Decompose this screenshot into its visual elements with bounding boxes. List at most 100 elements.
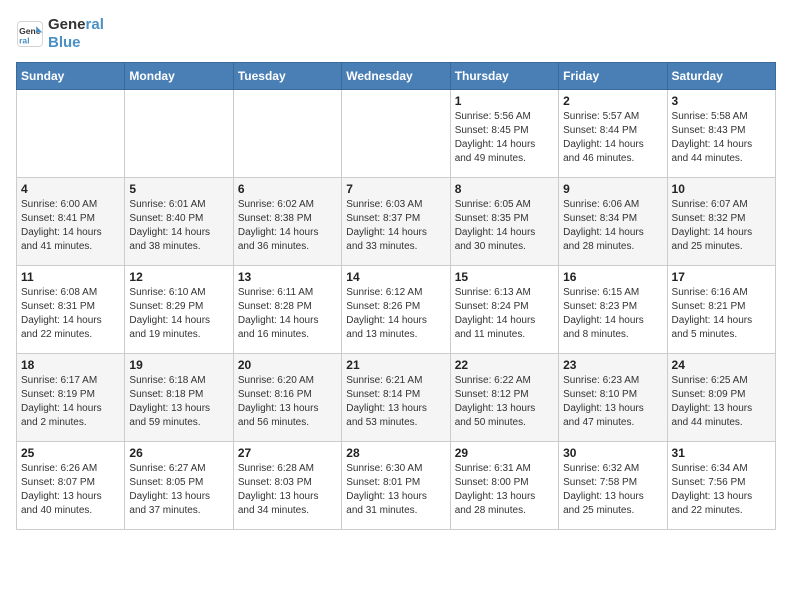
day-cell: 23 Sunrise: 6:23 AM Sunset: 8:10 PM Dayli… xyxy=(559,354,667,442)
day-number: 21 xyxy=(346,358,445,372)
day-info: Sunrise: 5:56 AM Sunset: 8:45 PM Dayligh… xyxy=(455,110,554,166)
day-info: Sunrise: 5:57 AM Sunset: 8:44 PM Dayligh… xyxy=(563,110,662,166)
day-number: 3 xyxy=(672,94,771,108)
column-header-sunday: Sunday xyxy=(17,63,125,90)
column-header-saturday: Saturday xyxy=(667,63,775,90)
week-row-2: 11 Sunrise: 6:08 AM Sunset: 8:31 PM Dayli… xyxy=(17,266,776,354)
day-cell: 12 Sunrise: 6:10 AM Sunset: 8:29 PM Dayli… xyxy=(125,266,233,354)
day-number: 24 xyxy=(672,358,771,372)
day-number: 25 xyxy=(21,446,120,460)
day-number: 23 xyxy=(563,358,662,372)
day-cell: 21 Sunrise: 6:21 AM Sunset: 8:14 PM Dayli… xyxy=(342,354,450,442)
column-header-tuesday: Tuesday xyxy=(233,63,341,90)
day-number: 4 xyxy=(21,182,120,196)
day-info: Sunrise: 6:03 AM Sunset: 8:37 PM Dayligh… xyxy=(346,198,445,254)
day-cell: 14Sunrise: 6:12 AM Sunset: 8:26 PM Dayli… xyxy=(342,266,450,354)
day-info: Sunrise: 6:13 AM Sunset: 8:24 PM Dayligh… xyxy=(455,286,554,342)
day-number: 26 xyxy=(129,446,228,460)
column-header-wednesday: Wednesday xyxy=(342,63,450,90)
day-cell: 3 Sunrise: 5:58 AM Sunset: 8:43 PM Daylig… xyxy=(667,90,775,178)
day-cell: 4Sunrise: 6:00 AM Sunset: 8:41 PM Daylig… xyxy=(17,178,125,266)
day-info: Sunrise: 6:18 AM Sunset: 8:18 PM Dayligh… xyxy=(129,374,228,430)
day-cell: 18 Sunrise: 6:17 AM Sunset: 8:19 PM Dayli… xyxy=(17,354,125,442)
day-cell: 29Sunrise: 6:31 AM Sunset: 8:00 PM Dayli… xyxy=(450,442,558,530)
day-info: Sunrise: 6:17 AM Sunset: 8:19 PM Dayligh… xyxy=(21,374,120,430)
day-cell: 1Sunrise: 5:56 AM Sunset: 8:45 PM Daylig… xyxy=(450,90,558,178)
column-header-thursday: Thursday xyxy=(450,63,558,90)
calendar-table: SundayMondayTuesdayWednesdayThursdayFrid… xyxy=(16,62,776,530)
day-cell: 30 Sunrise: 6:32 AM Sunset: 7:58 PM Dayli… xyxy=(559,442,667,530)
logo-text: General Blue xyxy=(48,16,104,52)
day-number: 27 xyxy=(238,446,337,460)
day-number: 7 xyxy=(346,182,445,196)
day-cell: 5 Sunrise: 6:01 AM Sunset: 8:40 PM Daylig… xyxy=(125,178,233,266)
day-info: Sunrise: 6:30 AM Sunset: 8:01 PM Dayligh… xyxy=(346,462,445,518)
day-info: Sunrise: 6:08 AM Sunset: 8:31 PM Dayligh… xyxy=(21,286,120,342)
day-cell xyxy=(233,90,341,178)
day-cell xyxy=(125,90,233,178)
day-cell: 15Sunrise: 6:13 AM Sunset: 8:24 PM Dayli… xyxy=(450,266,558,354)
day-number: 8 xyxy=(455,182,554,196)
day-info: Sunrise: 6:20 AM Sunset: 8:16 PM Dayligh… xyxy=(238,374,337,430)
day-number: 28 xyxy=(346,446,445,460)
day-info: Sunrise: 6:15 AM Sunset: 8:23 PM Dayligh… xyxy=(563,286,662,342)
day-cell: 17 Sunrise: 6:16 AM Sunset: 8:21 PM Dayli… xyxy=(667,266,775,354)
day-info: Sunrise: 6:10 AM Sunset: 8:29 PM Dayligh… xyxy=(129,286,228,342)
day-cell: 7 Sunrise: 6:03 AM Sunset: 8:37 PM Daylig… xyxy=(342,178,450,266)
day-info: Sunrise: 6:06 AM Sunset: 8:34 PM Dayligh… xyxy=(563,198,662,254)
day-info: Sunrise: 6:16 AM Sunset: 8:21 PM Dayligh… xyxy=(672,286,771,342)
day-info: Sunrise: 6:28 AM Sunset: 8:03 PM Dayligh… xyxy=(238,462,337,518)
day-number: 11 xyxy=(21,270,120,284)
logo: Gene ral General Blue xyxy=(16,16,104,52)
week-row-1: 4Sunrise: 6:00 AM Sunset: 8:41 PM Daylig… xyxy=(17,178,776,266)
day-info: Sunrise: 6:02 AM Sunset: 8:38 PM Dayligh… xyxy=(238,198,337,254)
column-header-friday: Friday xyxy=(559,63,667,90)
day-cell: 19 Sunrise: 6:18 AM Sunset: 8:18 PM Dayli… xyxy=(125,354,233,442)
day-info: Sunrise: 6:32 AM Sunset: 7:58 PM Dayligh… xyxy=(563,462,662,518)
day-number: 2 xyxy=(563,94,662,108)
day-number: 14 xyxy=(346,270,445,284)
day-cell: 22Sunrise: 6:22 AM Sunset: 8:12 PM Dayli… xyxy=(450,354,558,442)
day-number: 29 xyxy=(455,446,554,460)
day-cell xyxy=(17,90,125,178)
day-cell: 26Sunrise: 6:27 AM Sunset: 8:05 PM Dayli… xyxy=(125,442,233,530)
day-number: 20 xyxy=(238,358,337,372)
day-cell xyxy=(342,90,450,178)
day-number: 5 xyxy=(129,182,228,196)
day-number: 31 xyxy=(672,446,771,460)
day-number: 17 xyxy=(672,270,771,284)
day-cell: 27 Sunrise: 6:28 AM Sunset: 8:03 PM Dayli… xyxy=(233,442,341,530)
day-info: Sunrise: 6:25 AM Sunset: 8:09 PM Dayligh… xyxy=(672,374,771,430)
day-cell: 31Sunrise: 6:34 AM Sunset: 7:56 PM Dayli… xyxy=(667,442,775,530)
svg-text:ral: ral xyxy=(19,35,29,45)
week-row-0: 1Sunrise: 5:56 AM Sunset: 8:45 PM Daylig… xyxy=(17,90,776,178)
day-number: 30 xyxy=(563,446,662,460)
day-info: Sunrise: 6:21 AM Sunset: 8:14 PM Dayligh… xyxy=(346,374,445,430)
day-cell: 11 Sunrise: 6:08 AM Sunset: 8:31 PM Dayli… xyxy=(17,266,125,354)
day-info: Sunrise: 6:07 AM Sunset: 8:32 PM Dayligh… xyxy=(672,198,771,254)
day-info: Sunrise: 6:05 AM Sunset: 8:35 PM Dayligh… xyxy=(455,198,554,254)
day-number: 13 xyxy=(238,270,337,284)
day-info: Sunrise: 6:01 AM Sunset: 8:40 PM Dayligh… xyxy=(129,198,228,254)
page-header: Gene ral General Blue xyxy=(16,16,776,52)
day-cell: 28 Sunrise: 6:30 AM Sunset: 8:01 PM Dayli… xyxy=(342,442,450,530)
day-cell: 2 Sunrise: 5:57 AM Sunset: 8:44 PM Daylig… xyxy=(559,90,667,178)
day-cell: 13Sunrise: 6:11 AM Sunset: 8:28 PM Dayli… xyxy=(233,266,341,354)
day-cell: 8 Sunrise: 6:05 AM Sunset: 8:35 PM Daylig… xyxy=(450,178,558,266)
day-cell: 9 Sunrise: 6:06 AM Sunset: 8:34 PM Daylig… xyxy=(559,178,667,266)
day-cell: 24 Sunrise: 6:25 AM Sunset: 8:09 PM Dayli… xyxy=(667,354,775,442)
day-number: 10 xyxy=(672,182,771,196)
day-cell: 25Sunrise: 6:26 AM Sunset: 8:07 PM Dayli… xyxy=(17,442,125,530)
day-number: 9 xyxy=(563,182,662,196)
day-cell: 20 Sunrise: 6:20 AM Sunset: 8:16 PM Dayli… xyxy=(233,354,341,442)
day-cell: 16 Sunrise: 6:15 AM Sunset: 8:23 PM Dayli… xyxy=(559,266,667,354)
day-info: Sunrise: 5:58 AM Sunset: 8:43 PM Dayligh… xyxy=(672,110,771,166)
day-info: Sunrise: 6:23 AM Sunset: 8:10 PM Dayligh… xyxy=(563,374,662,430)
day-number: 6 xyxy=(238,182,337,196)
day-number: 16 xyxy=(563,270,662,284)
day-number: 12 xyxy=(129,270,228,284)
logo-icon: Gene ral xyxy=(16,20,44,48)
day-cell: 10 Sunrise: 6:07 AM Sunset: 8:32 PM Dayli… xyxy=(667,178,775,266)
day-number: 18 xyxy=(21,358,120,372)
day-number: 19 xyxy=(129,358,228,372)
